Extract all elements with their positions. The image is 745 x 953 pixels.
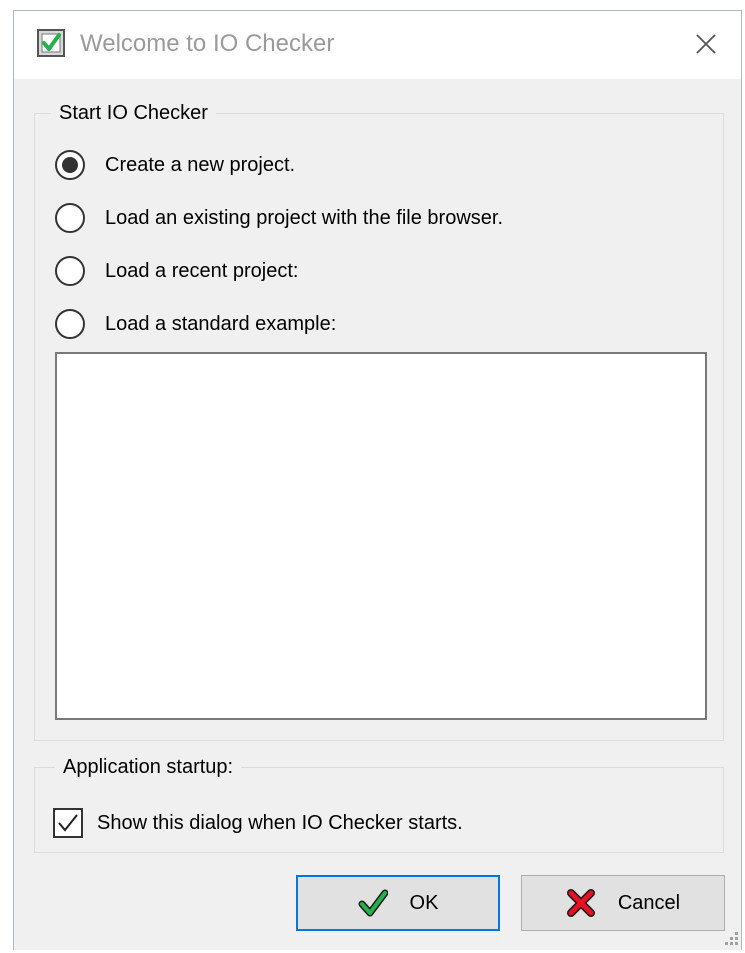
- project-list[interactable]: [55, 352, 707, 720]
- radio-button[interactable]: [55, 309, 85, 339]
- show-dialog-checkbox[interactable]: [53, 808, 83, 838]
- red-x-icon: [566, 888, 596, 918]
- cancel-button[interactable]: Cancel: [521, 875, 725, 931]
- radio-load-existing-project[interactable]: Load an existing project with the file b…: [55, 198, 503, 238]
- startup-group: Application startup: Show this dialog wh…: [34, 754, 724, 853]
- green-check-icon: [358, 888, 389, 918]
- show-dialog-label: Show this dialog when IO Checker starts.: [97, 811, 463, 834]
- radio-label: Load a standard example:: [105, 312, 337, 335]
- start-group-legend: Start IO Checker: [51, 100, 216, 126]
- show-dialog-checkbox-row[interactable]: Show this dialog when IO Checker starts.: [53, 804, 463, 842]
- startup-group-legend: Application startup:: [55, 754, 242, 780]
- app-check-icon: [37, 29, 65, 57]
- radio-label: Load an existing project with the file b…: [105, 206, 503, 229]
- radio-button[interactable]: [55, 203, 85, 233]
- radio-button[interactable]: [55, 256, 85, 286]
- ok-button-label: OK: [409, 891, 439, 914]
- close-icon[interactable]: [689, 27, 723, 61]
- ok-button[interactable]: OK: [296, 875, 500, 931]
- radio-load-recent-project[interactable]: Load a recent project:: [55, 251, 298, 291]
- radio-load-standard-example[interactable]: Load a standard example:: [55, 304, 336, 344]
- radio-label: Create a new project.: [105, 153, 296, 176]
- dialog-window: Welcome to IO Checker Start IO Checker C…: [13, 10, 742, 950]
- radio-label: Load a recent project:: [105, 259, 299, 282]
- resize-grip-icon[interactable]: [721, 930, 739, 948]
- radio-create-new-project[interactable]: Create a new project.: [55, 145, 295, 185]
- checkmark-icon: [58, 814, 78, 832]
- start-group: Start IO Checker Create a new project. L…: [34, 100, 724, 741]
- title-bar[interactable]: Welcome to IO Checker: [14, 11, 741, 79]
- radio-button-selected[interactable]: [55, 150, 85, 180]
- cancel-button-label: Cancel: [617, 891, 681, 914]
- window-title: Welcome to IO Checker: [80, 30, 335, 57]
